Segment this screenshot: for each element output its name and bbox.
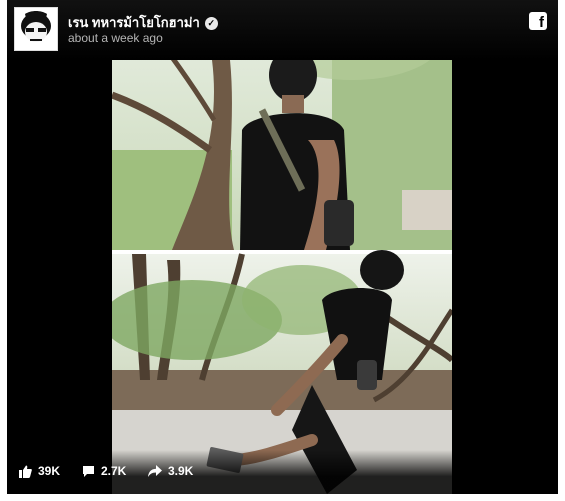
shares-stat[interactable]: 3.9K: [148, 464, 193, 478]
author-name[interactable]: เรน ทหารม้าโยโกฮาม่า ✓: [68, 12, 218, 33]
author-avatar[interactable]: [14, 7, 58, 51]
shares-count: 3.9K: [168, 464, 194, 478]
likes-stat[interactable]: 39K: [19, 464, 60, 478]
comment-icon: [83, 465, 94, 477]
comments-count: 2.7K: [101, 464, 127, 478]
author-name-text[interactable]: เรน ทหารม้าโยโกฮาม่า: [68, 15, 200, 30]
likes-count: 39K: [38, 464, 61, 478]
share-arrow-icon: [148, 465, 162, 477]
post-photo[interactable]: [112, 0, 452, 494]
thumbs-up-icon: [19, 465, 32, 478]
post-card: เรน ทหารม้าโยโกฮาม่า ✓ about a week ago f…: [7, 0, 558, 494]
avatar-face-icon: [21, 11, 51, 42]
post-timestamp[interactable]: about a week ago: [68, 31, 163, 45]
comments-stat[interactable]: 2.7K: [82, 464, 126, 478]
facebook-icon[interactable]: f: [529, 12, 547, 31]
verified-badge-icon: ✓: [204, 17, 218, 30]
